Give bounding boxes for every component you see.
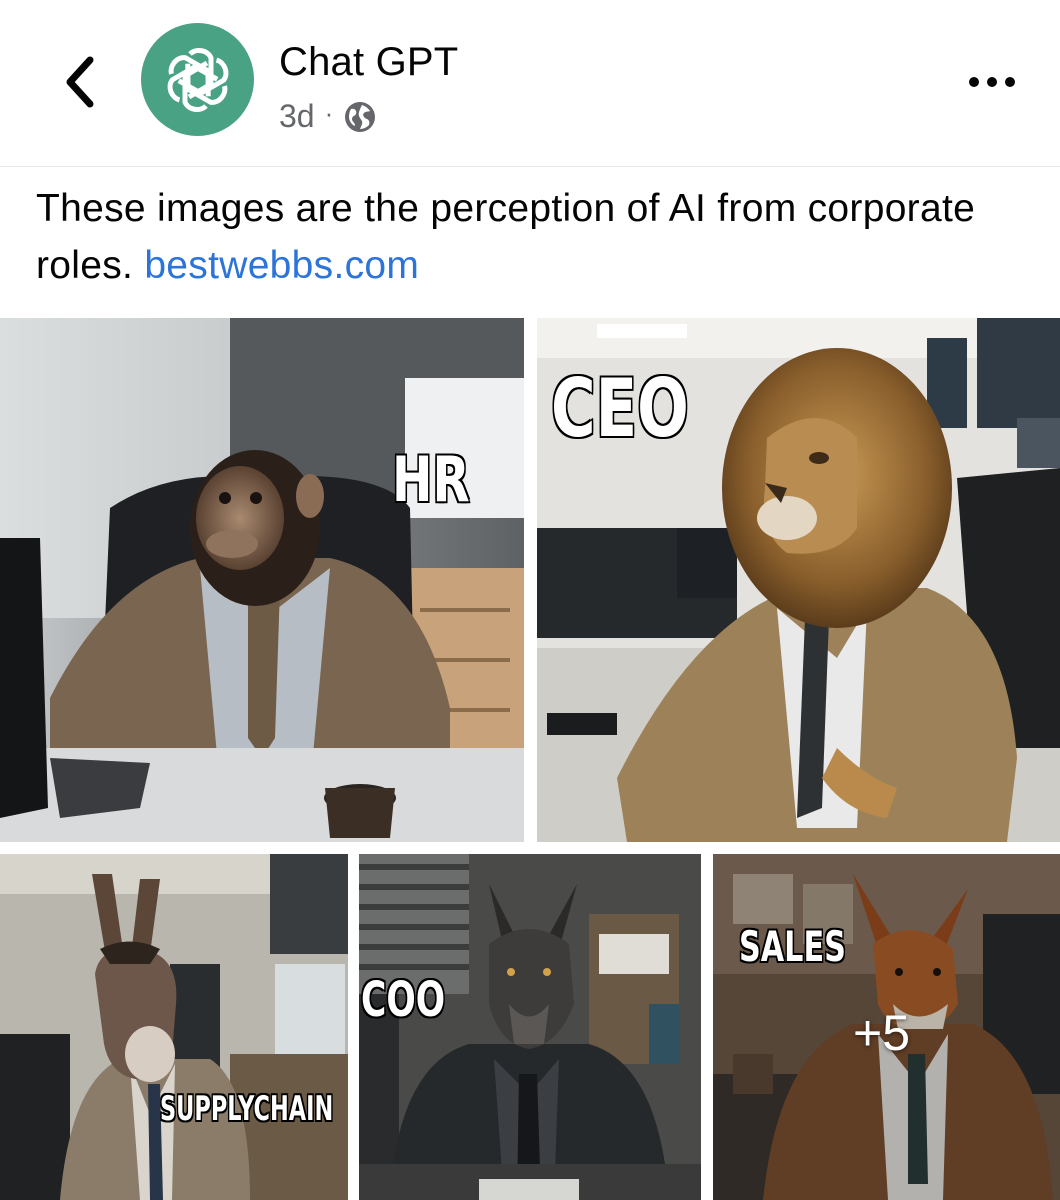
- caption-ceo: CEO: [550, 361, 690, 457]
- more-options-button[interactable]: [962, 60, 1022, 104]
- meta-separator: ·: [324, 98, 334, 128]
- chimpanzee-office-image: [0, 318, 524, 842]
- caption-sales: SALES: [738, 921, 847, 973]
- author-name[interactable]: Chat GPT: [279, 40, 458, 85]
- back-button[interactable]: [52, 50, 108, 114]
- more-photos-count[interactable]: +5: [853, 1004, 910, 1062]
- back-chevron-icon: [66, 56, 94, 108]
- post-link[interactable]: bestwebbs.com: [144, 244, 419, 287]
- donkey-office-image: [0, 854, 348, 1200]
- post-time[interactable]: 3d: [279, 98, 315, 135]
- globe-icon: [345, 101, 376, 132]
- header-divider: [0, 166, 1060, 167]
- post-header: Chat GPT 3d ·: [0, 0, 1060, 166]
- caption-coo: COO: [360, 971, 446, 1030]
- photo-coo[interactable]: COO: [359, 854, 701, 1200]
- caption-supplychain: SUPPLYCHAIN: [159, 1088, 334, 1131]
- photo-ceo[interactable]: CEO: [537, 318, 1060, 842]
- photo-sales[interactable]: SALES +5: [713, 854, 1060, 1200]
- photo-hr[interactable]: HR: [0, 318, 524, 842]
- openai-logo-icon: [167, 47, 228, 112]
- avatar[interactable]: [141, 23, 254, 136]
- more-options-icon: [969, 77, 1015, 87]
- post-meta: 3d ·: [279, 98, 377, 135]
- photo-supplychain[interactable]: SUPPLYCHAIN: [0, 854, 348, 1200]
- post-text: These images are the perception of AI fr…: [36, 180, 1026, 294]
- caption-hr: HR: [391, 442, 471, 518]
